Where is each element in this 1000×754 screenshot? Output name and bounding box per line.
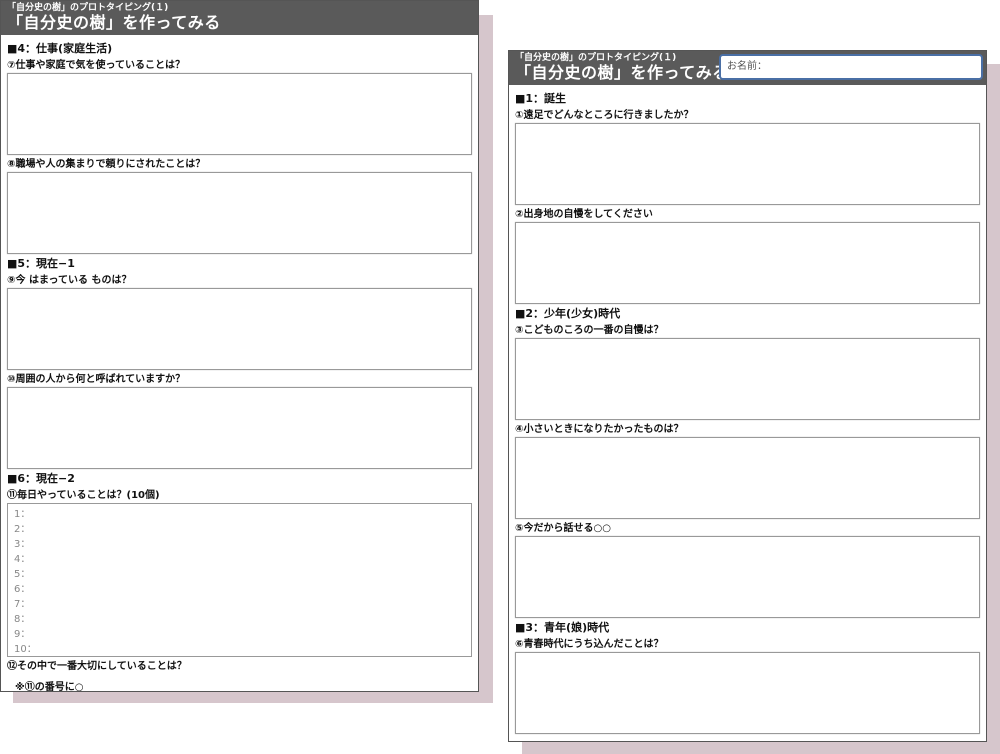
list-item: 5： (14, 569, 31, 580)
question-3-label: ③こどものころの一番の自慢は？ (515, 325, 664, 336)
question-8-label: ⑧職場や人の集まりで頼りにされたことは？ (7, 159, 206, 170)
question-4-answer-box[interactable] (515, 437, 980, 519)
list-item: 9： (14, 629, 31, 640)
question-11-label: ⑪毎日やっていることは？(10個) (7, 490, 160, 501)
question-11-list-box[interactable]: 1： 2： 3： 4： 5： 6： 7： 8： 9： 10： (7, 503, 472, 657)
question-6-label: ⑥青春時代にうち込んだことは？ (515, 639, 664, 650)
question-12-label: ⑫その中で一番大切にしていることは？ (7, 661, 187, 672)
section-4-title: ■4：仕事(家庭生活) (7, 42, 113, 55)
question-9-answer-box[interactable] (7, 288, 472, 370)
question-1-answer-box[interactable] (515, 123, 980, 205)
worksheet-page-2: 「自分史の樹」のプロトタイピング(１) 「自分史の樹」を作ってみる ■4：仕事(… (0, 0, 479, 693)
question-2-label: ②出身地の自慢をしてください (515, 209, 653, 220)
question-1-label: ①遠足でどんなところに行きましたか？ (515, 110, 694, 121)
question-12-note: ※⑪の番号に○ (15, 682, 84, 693)
list-item: 4： (14, 554, 31, 565)
page-header: 「自分史の樹」のプロトタイピング(１) 「自分史の樹」を作ってみる お名前： (509, 51, 986, 85)
list-item: 3： (14, 539, 31, 550)
list-item: 1： (14, 509, 31, 520)
section-6-title: ■6：現在−2 (7, 472, 75, 485)
question-10-answer-box[interactable] (7, 387, 472, 469)
question-5-answer-box[interactable] (515, 536, 980, 618)
list-item: 2： (14, 524, 31, 535)
section-3-title: ■3：青年(娘)時代 (515, 621, 610, 634)
question-6-answer-box[interactable] (515, 652, 980, 734)
page-subtitle: 「自分史の樹」のプロトタイピング(１) (7, 3, 169, 13)
page-header: 「自分史の樹」のプロトタイピング(１) 「自分史の樹」を作ってみる (1, 1, 478, 35)
list-item: 7： (14, 599, 31, 610)
question-7-answer-box[interactable] (7, 73, 472, 155)
question-10-label: ⑩周囲の人から何と呼ばれていますか？ (7, 374, 186, 385)
page-body: ■1：誕生 ①遠足でどんなところに行きましたか？ ②出身地の自慢をしてください … (509, 85, 986, 734)
question-9-label: ⑨今 はまっている ものは？ (7, 275, 132, 286)
section-5-title: ■5：現在−1 (7, 257, 75, 270)
question-2-answer-box[interactable] (515, 222, 980, 304)
name-field[interactable]: お名前： (719, 54, 983, 80)
worksheet-page-1: 「自分史の樹」のプロトタイピング(１) 「自分史の樹」を作ってみる お名前： ■… (508, 50, 987, 742)
section-1-title: ■1：誕生 (515, 92, 567, 105)
question-5-label: ⑤今だから話せる○○ (515, 523, 611, 534)
page-title: 「自分史の樹」を作ってみる (7, 13, 221, 32)
question-7-label: ⑦仕事や家庭で気を使っていることは？ (7, 60, 185, 71)
page-body: ■4：仕事(家庭生活) ⑦仕事や家庭で気を使っていることは？ ⑧職場や人の集まり… (1, 35, 478, 693)
list-item: 10： (14, 644, 37, 655)
list-item: 6： (14, 584, 31, 595)
section-2-title: ■2：少年(少女)時代 (515, 307, 621, 320)
question-8-answer-box[interactable] (7, 172, 472, 254)
question-3-answer-box[interactable] (515, 338, 980, 420)
question-4-label: ④小さいときになりたかったものは？ (515, 424, 684, 435)
list-item: 8： (14, 614, 31, 625)
